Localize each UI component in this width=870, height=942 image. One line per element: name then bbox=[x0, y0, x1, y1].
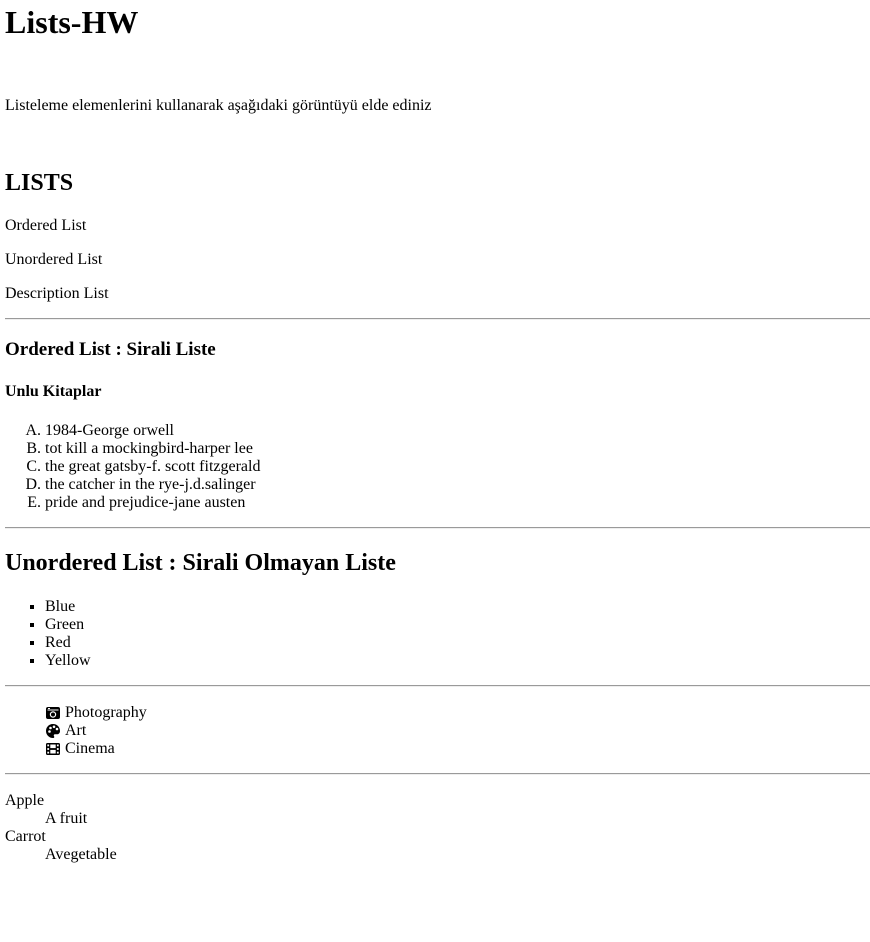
description-list: Apple A fruit Carrot Avegetable bbox=[5, 792, 117, 864]
list-item: pride and prejudice-jane austen bbox=[45, 494, 260, 512]
description-term: Apple bbox=[5, 792, 45, 809]
divider bbox=[5, 773, 870, 775]
unordered-section-heading: Unordered List : Sirali Olmayan Liste bbox=[5, 550, 396, 576]
list-item: Green bbox=[45, 616, 91, 634]
list-item: Blue bbox=[45, 598, 91, 616]
list-item: Photography bbox=[45, 704, 147, 722]
list-item-label: Cinema bbox=[65, 740, 115, 757]
description-detail: Avegetable bbox=[45, 846, 117, 863]
list-item: Red bbox=[45, 634, 91, 652]
books-subheading: Unlu Kitaplar bbox=[5, 383, 102, 400]
divider bbox=[5, 318, 870, 320]
divider bbox=[5, 527, 870, 529]
list-item: 1984-George orwell bbox=[45, 422, 260, 440]
books-ordered-list: 1984-George orwell tot kill a mockingbir… bbox=[5, 422, 260, 512]
ordered-section-heading: Ordered List : Sirali Liste bbox=[5, 339, 216, 360]
list-item: the great gatsby-f. scott fitzgerald bbox=[45, 458, 260, 476]
lists-heading: LISTS bbox=[5, 170, 74, 196]
toc-ordered-list-link[interactable]: Ordered List bbox=[5, 217, 86, 235]
list-item: Art bbox=[45, 722, 147, 740]
description-term: Carrot bbox=[5, 828, 46, 845]
intro-text: Listeleme elemenlerini kullanarak aşağıd… bbox=[5, 97, 432, 114]
camera-retro-icon bbox=[45, 705, 61, 721]
colors-unordered-list: Blue Green Red Yellow bbox=[5, 598, 91, 670]
list-item: tot kill a mockingbird-harper lee bbox=[45, 440, 260, 458]
palette-icon bbox=[45, 723, 61, 739]
list-item: Cinema bbox=[45, 740, 147, 758]
divider bbox=[5, 685, 870, 687]
icon-list: Photography Art Cinema bbox=[5, 704, 147, 758]
list-item-label: Art bbox=[65, 722, 87, 739]
description-detail: A fruit bbox=[45, 810, 88, 827]
film-icon bbox=[45, 741, 61, 757]
page-title: Lists-HW bbox=[5, 4, 139, 40]
list-item: the catcher in the rye-j.d.salinger bbox=[45, 476, 260, 494]
toc-unordered-list-link[interactable]: Unordered List bbox=[5, 251, 102, 269]
list-item-label: Photography bbox=[65, 704, 147, 721]
toc-description-list-link[interactable]: Description List bbox=[5, 285, 109, 303]
list-item: Yellow bbox=[45, 652, 91, 670]
